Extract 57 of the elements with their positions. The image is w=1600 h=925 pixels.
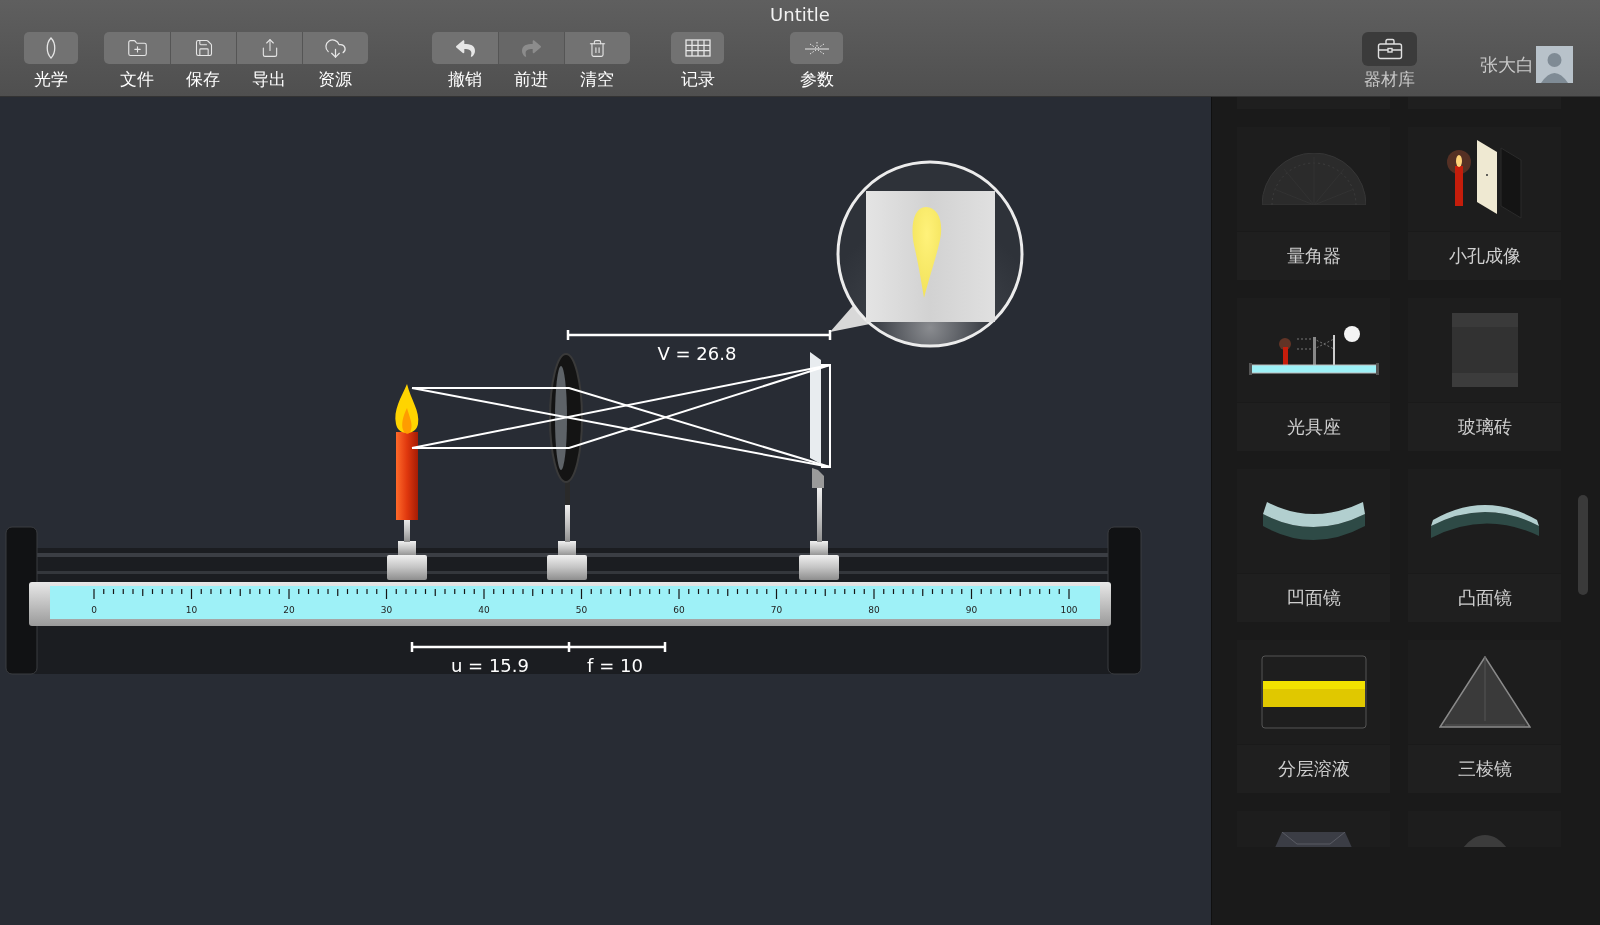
window-title: Untitle bbox=[770, 4, 830, 26]
light-rays-icon bbox=[803, 41, 830, 55]
image-distance-label: V = 26.8 bbox=[657, 343, 737, 364]
bench-carriage[interactable] bbox=[387, 541, 427, 580]
trash-icon bbox=[588, 38, 607, 58]
convex-lens[interactable] bbox=[549, 353, 583, 542]
card-label: 三棱镜 bbox=[1457, 757, 1512, 781]
card-label: 量角器 bbox=[1286, 244, 1341, 268]
ruler-number: 90 bbox=[965, 605, 978, 615]
card-label: 凸面镜 bbox=[1457, 586, 1512, 610]
table-icon bbox=[684, 39, 711, 57]
cloud-download-icon bbox=[324, 36, 347, 60]
focal-length-label: f = 10 bbox=[587, 655, 643, 676]
scrollbar-thumb[interactable] bbox=[1578, 495, 1588, 595]
bench-carriage[interactable] bbox=[799, 541, 839, 580]
ruler-number: 20 bbox=[283, 605, 295, 615]
screen[interactable] bbox=[810, 352, 831, 542]
ruler-number: 30 bbox=[380, 605, 393, 615]
undo-icon bbox=[455, 38, 475, 58]
ruler-number: 60 bbox=[673, 605, 685, 615]
toolbar-label: 前进 bbox=[514, 69, 548, 89]
toolbar-button[interactable] bbox=[432, 32, 498, 64]
toolbar-button[interactable] bbox=[671, 32, 724, 64]
card-label: 小孔成像 bbox=[1448, 244, 1521, 268]
ruler-number: 0 bbox=[91, 605, 97, 615]
ruler-number: 50 bbox=[575, 605, 588, 615]
candle[interactable] bbox=[395, 384, 419, 542]
ruler-number: 10 bbox=[185, 605, 198, 615]
ruler-number: 80 bbox=[868, 605, 880, 615]
toolbar-label: 保存 bbox=[186, 69, 220, 89]
card-label: 光具座 bbox=[1286, 415, 1341, 439]
avatar-icon[interactable] bbox=[1536, 46, 1573, 83]
toolbar-label: 撤销 bbox=[448, 69, 482, 89]
toolbar-label: 光学 bbox=[34, 69, 68, 89]
ruler-number: 40 bbox=[478, 605, 490, 615]
lens-icon bbox=[45, 37, 57, 59]
toolbar-button[interactable] bbox=[1362, 32, 1417, 66]
card-label: 分层溶液 bbox=[1277, 757, 1350, 781]
card-label: 玻璃砖 bbox=[1457, 415, 1512, 439]
user-name: 张大白 bbox=[1480, 53, 1534, 76]
toolbar-label: 文件 bbox=[120, 69, 154, 89]
ruler-number: 70 bbox=[770, 605, 783, 615]
folder-icon bbox=[126, 37, 148, 59]
briefcase-icon bbox=[1376, 38, 1403, 60]
toolbar-label: 记录 bbox=[680, 69, 715, 89]
card-label: 凹面镜 bbox=[1286, 586, 1341, 610]
toolbar-label: 器材库 bbox=[1364, 69, 1415, 89]
bench-carriage[interactable] bbox=[547, 541, 587, 580]
toolbar-label: 清空 bbox=[580, 69, 614, 89]
toolbar-label: 参数 bbox=[799, 69, 834, 89]
ruler-number: 100 bbox=[1060, 605, 1078, 615]
toolbar-button[interactable] bbox=[170, 32, 236, 64]
object-distance-label: u = 15.9 bbox=[451, 655, 529, 676]
toolbar-label: 资源 bbox=[318, 69, 352, 89]
toolbar-label: 导出 bbox=[252, 69, 286, 89]
redo-icon bbox=[522, 38, 541, 58]
toolbar-button[interactable] bbox=[302, 32, 368, 64]
